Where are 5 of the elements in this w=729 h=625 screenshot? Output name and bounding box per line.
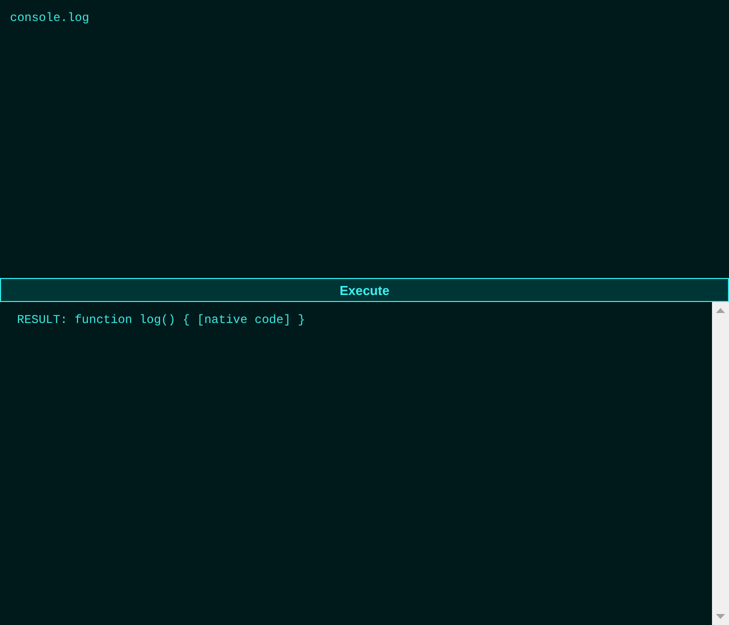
scroll-down-icon[interactable]: [716, 614, 725, 619]
scrollbar[interactable]: [712, 302, 729, 625]
execute-button[interactable]: Execute: [0, 278, 729, 302]
result-text: RESULT: function log() { [native code] }: [17, 313, 306, 327]
scroll-up-icon[interactable]: [716, 308, 725, 313]
